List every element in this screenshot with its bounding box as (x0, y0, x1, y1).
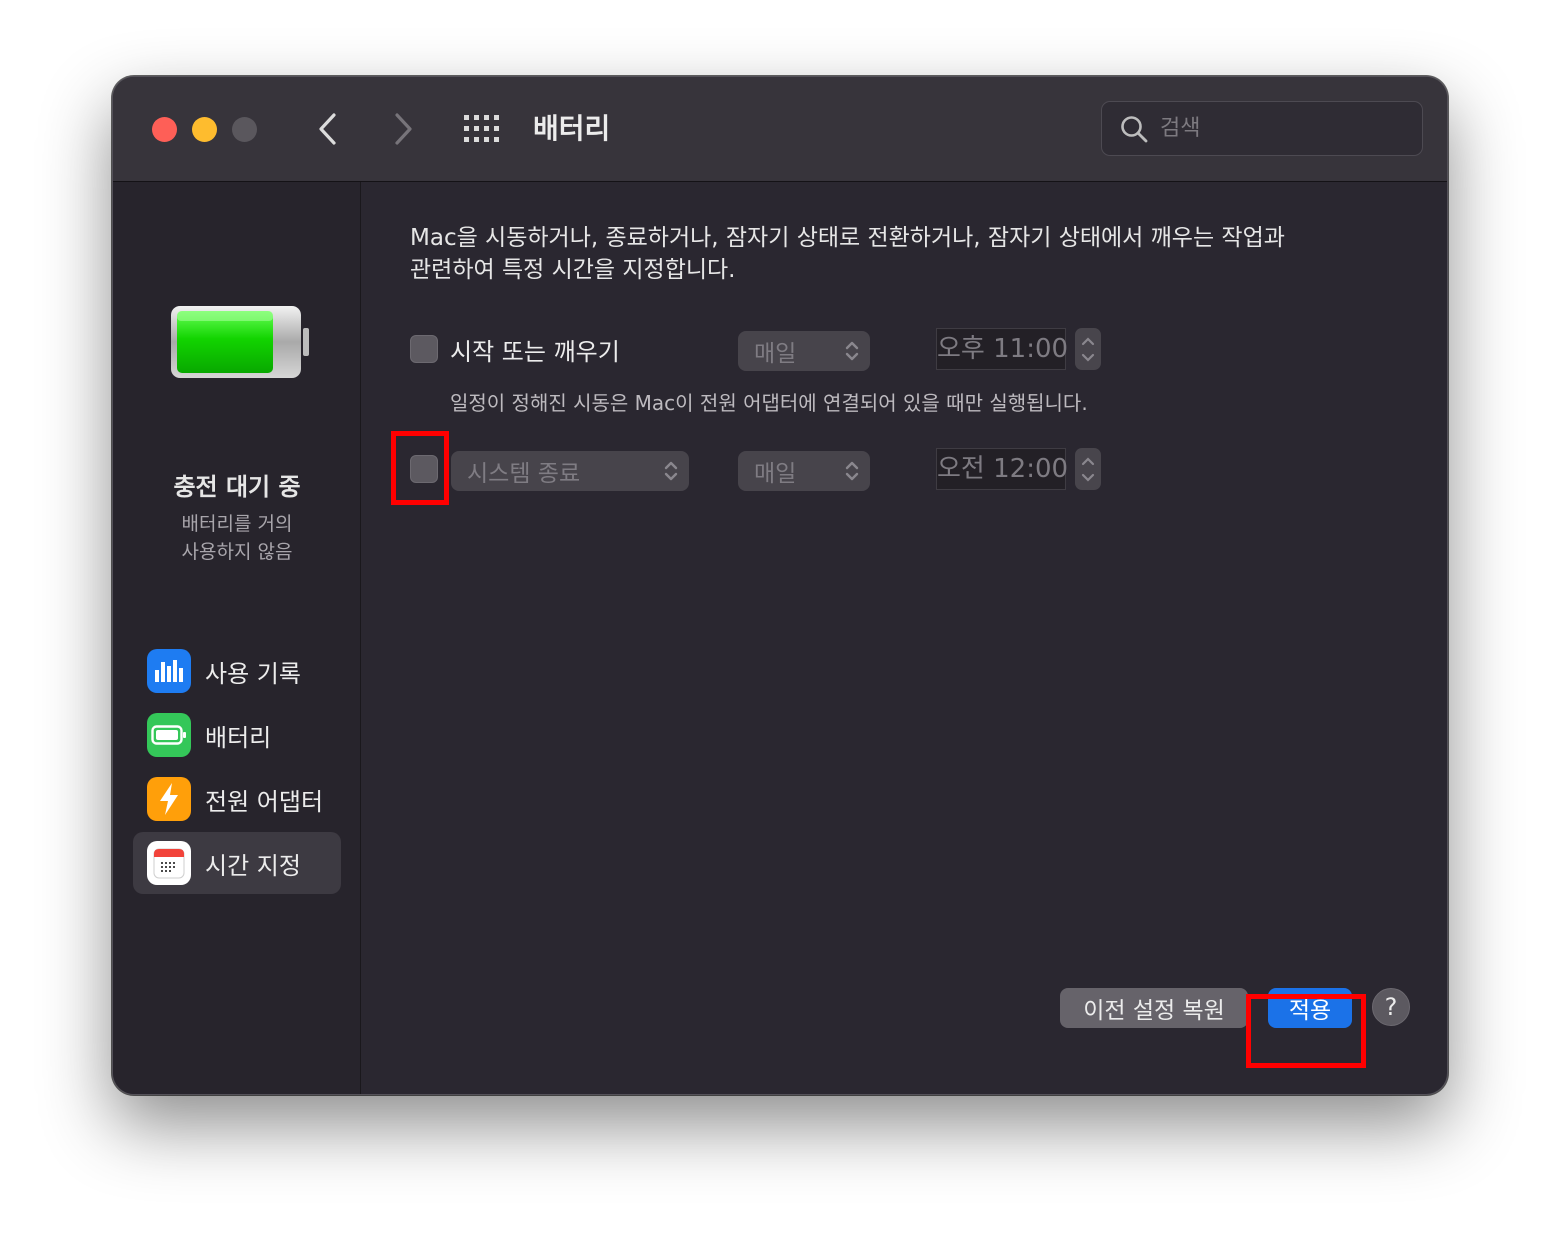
startup-power-note: 일정이 정해진 시동은 Mac이 전원 어댑터에 연결되어 있을 때만 실행됩니… (450, 391, 1088, 415)
show-all-button[interactable] (461, 111, 505, 147)
startup-label: 시작 또는 깨우기 (450, 338, 620, 366)
schedule-description: Mac을 시동하거나, 종료하거나, 잠자기 상태로 전환하거나, 잠자기 상태… (410, 222, 1410, 286)
shutdown-action-value: 시스템 종료 (467, 461, 581, 487)
startup-frequency-select[interactable]: 매일 (738, 331, 870, 371)
sidebar-item-label: 사용 기록 (205, 659, 301, 688)
charging-status-title: 충전 대기 중 (173, 473, 301, 501)
schedule-pane: Mac을 시동하거나, 종료하거나, 잠자기 상태로 전환하거나, 잠자기 상태… (362, 182, 1447, 1094)
sidebar-item-schedule[interactable]: 시간 지정 (133, 832, 341, 894)
up-down-arrows-icon (845, 461, 859, 481)
highlight-apply-button (1246, 994, 1366, 1068)
sidebar-item-label: 시간 지정 (205, 851, 301, 880)
title-bar: 배터리 (113, 77, 1447, 182)
sidebar-item-battery[interactable]: 배터리 (133, 704, 341, 766)
status-line: 배터리를 거의 (181, 513, 293, 535)
battery-icon (147, 713, 191, 757)
zoom-window-button[interactable] (232, 117, 257, 142)
shutdown-time-stepper[interactable] (1075, 448, 1101, 490)
search-icon (1121, 115, 1148, 142)
forward-button[interactable] (383, 109, 423, 149)
help-button[interactable]: ? (1372, 988, 1410, 1026)
chevron-up-icon (1081, 336, 1095, 345)
chevron-down-icon (1081, 473, 1095, 482)
up-down-arrows-icon (845, 341, 859, 361)
sidebar: 충전 대기 중 배터리를 거의 사용하지 않음 사용 기록 배터리 전원 어댑터… (113, 182, 361, 1094)
up-down-arrows-icon (664, 461, 678, 481)
minimize-window-button[interactable] (192, 117, 217, 142)
sidebar-item-label: 배터리 (205, 723, 272, 752)
search-field[interactable] (1101, 101, 1423, 156)
description-line: 관련하여 특정 시간을 지정합니다. (410, 257, 736, 283)
lightning-icon (147, 777, 191, 821)
chevron-down-icon (1081, 353, 1095, 362)
window-title: 배터리 (533, 112, 611, 145)
startup-checkbox[interactable] (410, 335, 438, 363)
back-button[interactable] (308, 109, 348, 149)
shutdown-frequency-select[interactable]: 매일 (738, 451, 870, 491)
battery-charging-icon (171, 306, 309, 378)
close-window-button[interactable] (152, 117, 177, 142)
status-line: 사용하지 않음 (181, 541, 293, 563)
chevron-up-icon (1081, 456, 1095, 465)
sidebar-item-usage-history[interactable]: 사용 기록 (133, 640, 341, 702)
highlight-shutdown-checkbox (391, 431, 449, 505)
charging-status-detail: 배터리를 거의 사용하지 않음 (113, 510, 361, 566)
shutdown-action-select[interactable]: 시스템 종료 (451, 451, 689, 491)
restore-previous-settings-button[interactable]: 이전 설정 복원 (1060, 988, 1248, 1028)
startup-frequency-value: 매일 (754, 341, 797, 367)
chevron-left-icon (319, 113, 336, 145)
description-line: Mac을 시동하거나, 종료하거나, 잠자기 상태로 전환하거나, 잠자기 상태… (410, 225, 1285, 251)
startup-time-stepper[interactable] (1075, 328, 1101, 370)
bar-chart-icon (147, 649, 191, 693)
sidebar-item-label: 전원 어댑터 (205, 787, 324, 816)
grid-icon (464, 115, 499, 142)
sidebar-item-power-adapter[interactable]: 전원 어댑터 (133, 768, 341, 830)
shutdown-time-field[interactable]: 오전 12:00 (936, 448, 1068, 490)
battery-preferences-window: 배터리 검색 충전 대기 중 배터리를 거의 사용하지 않음 사용 기록 배터리… (112, 76, 1448, 1095)
search-input[interactable] (1160, 116, 1400, 141)
shutdown-frequency-value: 매일 (754, 461, 797, 487)
startup-time-field[interactable]: 오후 11:00 (936, 328, 1068, 370)
calendar-icon (147, 841, 191, 885)
chevron-right-icon (395, 113, 412, 145)
